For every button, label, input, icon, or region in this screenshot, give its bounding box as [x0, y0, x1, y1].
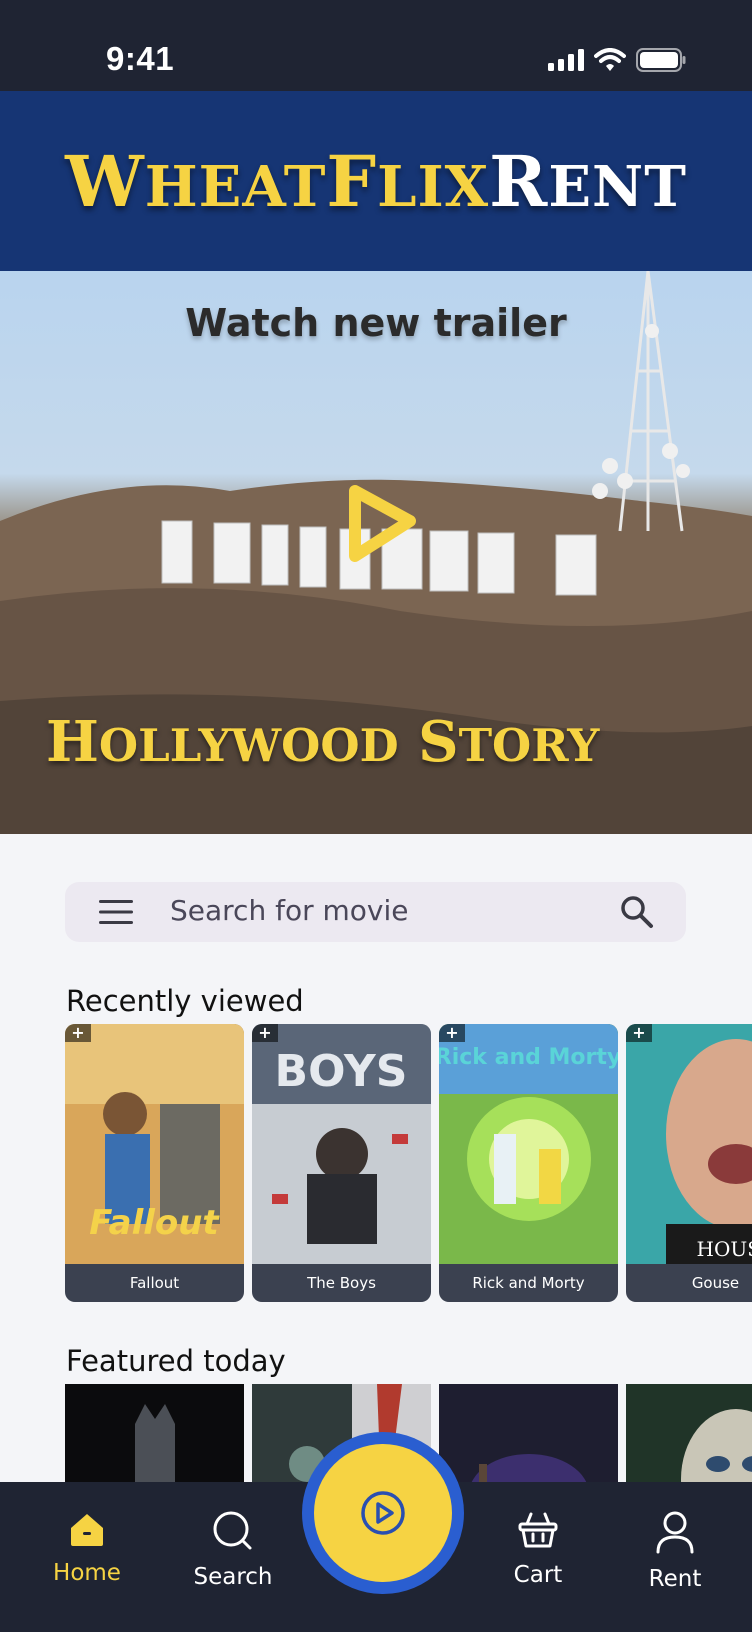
add-icon[interactable]: +: [439, 1024, 465, 1042]
nav-rent[interactable]: Rent: [615, 1510, 735, 1592]
search-input[interactable]: Search for movie: [170, 894, 408, 927]
movie-card-rick-and-morty[interactable]: Rick and Morty + Rick and Morty: [439, 1024, 618, 1302]
add-icon[interactable]: +: [626, 1024, 652, 1042]
search-icon: [213, 1511, 252, 1550]
search-icon[interactable]: [620, 895, 654, 929]
add-icon[interactable]: +: [65, 1024, 91, 1042]
nav-home-label: Home: [53, 1560, 121, 1586]
nav-rent-label: Rent: [648, 1566, 702, 1592]
featured-card[interactable]: [439, 1384, 618, 1482]
app-header: WHEATFLIXRENT: [0, 91, 752, 271]
movie-card-label: The Boys: [307, 1274, 376, 1292]
brand-logo-yellow: WHEATFLIX: [65, 139, 490, 223]
recently-viewed-row: Fallout + Fallout BOYS + The Boys Rick a…: [65, 1024, 752, 1302]
nav-cart[interactable]: Cart: [478, 1510, 598, 1588]
movie-card-label: Fallout: [129, 1274, 180, 1292]
svg-text:Rick and Morty: Rick and Morty: [439, 1045, 618, 1070]
movie-card-label: Gouse: [691, 1274, 740, 1292]
featured-poster: [65, 1384, 244, 1482]
recently-viewed-title: Recently viewed: [66, 984, 304, 1018]
nav-home[interactable]: Home: [27, 1510, 147, 1586]
featured-today-title: Featured today: [66, 1344, 286, 1378]
svg-text:HOUSE: HOUSE: [697, 1237, 752, 1261]
movie-card-fallout[interactable]: Fallout + Fallout: [65, 1024, 244, 1302]
movie-card-gouse[interactable]: HOUSE + Gouse: [626, 1024, 752, 1302]
wifi-icon: [594, 48, 626, 71]
play-button[interactable]: [314, 1444, 452, 1582]
poster-rick-and-morty: Rick and Morty: [439, 1024, 618, 1264]
battery-icon: [636, 48, 686, 72]
svg-text:Fallout: Fallout: [89, 1203, 220, 1243]
status-time: 9:41: [106, 40, 175, 77]
user-icon: [656, 1511, 694, 1554]
nav-search-label: Search: [193, 1564, 273, 1590]
poster-gouse: HOUSE: [626, 1024, 752, 1264]
featured-card[interactable]: [626, 1384, 752, 1482]
play-circle-icon: [361, 1491, 405, 1535]
main-content: Search for movie Recently viewed Fallout…: [0, 834, 752, 1482]
movie-card-the-boys[interactable]: BOYS + The Boys: [252, 1024, 431, 1302]
add-icon[interactable]: +: [252, 1024, 278, 1042]
search-bar[interactable]: Search for movie: [65, 882, 686, 942]
signal-icon: [548, 49, 584, 71]
menu-icon[interactable]: [99, 899, 133, 925]
hero-top-label: Watch new trailer: [185, 301, 567, 345]
status-icons: [548, 48, 686, 72]
hero-title: HOLLYWOOD STORY: [46, 709, 600, 775]
nav-cart-label: Cart: [513, 1562, 563, 1588]
brand-logo: WHEATFLIXRENT: [65, 140, 687, 223]
featured-card[interactable]: [65, 1384, 244, 1482]
hero-banner[interactable]: Watch new trailer HOLLYWOOD STORY: [0, 271, 752, 834]
svg-text:BOYS: BOYS: [275, 1046, 408, 1097]
featured-poster: [626, 1384, 752, 1482]
featured-poster: [439, 1384, 618, 1482]
home-icon: [71, 1514, 103, 1546]
brand-logo-white: RENT: [489, 139, 687, 223]
nav-search[interactable]: Search: [173, 1510, 293, 1590]
movie-card-label: Rick and Morty: [472, 1274, 585, 1292]
poster-the-boys: BOYS: [252, 1024, 431, 1264]
status-bar: 9:41: [0, 0, 752, 91]
cart-basket-icon: [518, 1512, 558, 1548]
poster-fallout: Fallout: [65, 1024, 244, 1264]
